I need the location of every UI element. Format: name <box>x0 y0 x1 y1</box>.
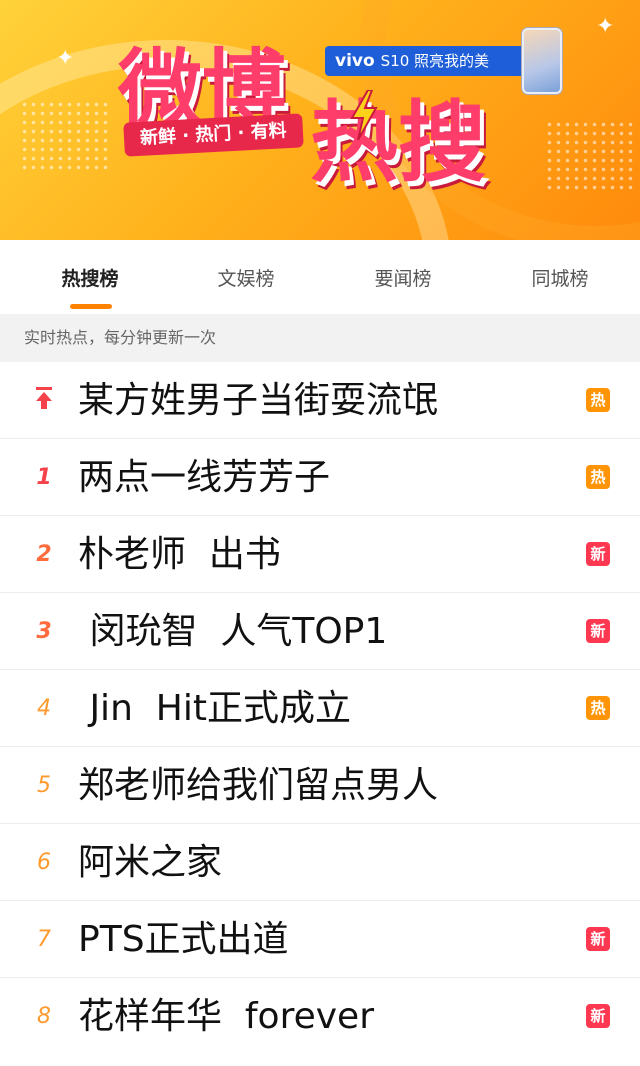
new-badge: 新 <box>586 1004 610 1028</box>
new-badge: 新 <box>586 542 610 566</box>
update-notice: 实时热点，每分钟更新一次 <box>0 314 640 362</box>
ad-text: S10 照亮我的美 <box>380 52 490 70</box>
ad-brand: vivo <box>335 51 375 71</box>
item-title: 朴老师 出书 <box>78 534 281 575</box>
ad-strip[interactable]: vivo S10 照亮我的美 <box>325 46 536 76</box>
item-rank: 3 <box>36 619 52 644</box>
item-title: PTS正式出道 <box>78 919 289 960</box>
hot-search-banner: ✦ ✦ 微博 热搜 新鲜 · 热门 · 有料 vivo S10 照亮我的美 <box>0 0 640 240</box>
list-item[interactable]: 8 花样年华 forever 新 <box>0 978 640 1055</box>
logo-hot-search: 热搜 <box>310 91 487 194</box>
list-item[interactable]: 1 两点一线芳芳子 热 <box>0 439 640 516</box>
sparkle-icon: ✦ <box>56 46 75 71</box>
hot-badge: 热 <box>586 465 610 489</box>
list-item[interactable]: 2 朴老师 出书 新 <box>0 516 640 593</box>
item-title: 郑老师给我们留点男人 <box>78 765 439 806</box>
new-badge: 新 <box>586 619 610 643</box>
item-title: 花样年华 forever <box>78 996 374 1037</box>
item-rank: 2 <box>36 542 52 567</box>
item-title: 闵玧智 人气TOP1 <box>78 611 388 652</box>
item-rank: 8 <box>37 1004 51 1029</box>
list-item[interactable]: 3 闵玧智 人气TOP1 新 <box>0 593 640 670</box>
list-item[interactable]: 6 阿米之家 <box>0 824 640 901</box>
item-rank: 6 <box>37 850 51 875</box>
sparkle-icon: ✦ <box>596 14 615 39</box>
hot-badge: 热 <box>586 696 610 720</box>
item-title: 两点一线芳芳子 <box>78 457 331 498</box>
pin-top-icon <box>36 387 52 409</box>
item-rank: 4 <box>37 696 51 721</box>
list-item[interactable]: 某方姓男子当街耍流氓 热 <box>0 362 640 439</box>
banner-dots <box>545 120 635 190</box>
tab-local[interactable]: 同城榜 <box>510 264 610 291</box>
list-item[interactable]: 5 郑老师给我们留点男人 <box>0 747 640 824</box>
ranking-tabs: 热搜榜 文娱榜 要闻榜 同城榜 <box>0 240 640 314</box>
item-rank: 5 <box>37 773 51 798</box>
hot-badge: 热 <box>586 388 610 412</box>
item-title: 阿米之家 <box>78 842 223 883</box>
hot-search-list: 某方姓男子当街耍流氓 热 1 两点一线芳芳子 热 2 朴老师 出书 新 3 闵玧… <box>0 362 640 1055</box>
tab-entertainment[interactable]: 文娱榜 <box>196 264 296 291</box>
item-title: Jin Hit正式成立 <box>78 688 351 729</box>
new-badge: 新 <box>586 927 610 951</box>
list-item[interactable]: 7 PTS正式出道 新 <box>0 901 640 978</box>
banner-dots <box>20 100 110 170</box>
item-rank: 1 <box>36 465 52 490</box>
lightning-icon <box>350 90 378 140</box>
tab-hot-search[interactable]: 热搜榜 <box>40 264 140 291</box>
phone-image <box>522 28 562 94</box>
tab-news[interactable]: 要闻榜 <box>353 264 453 291</box>
item-title: 某方姓男子当街耍流氓 <box>78 380 439 421</box>
active-tab-indicator <box>70 304 112 309</box>
list-item[interactable]: 4 Jin Hit正式成立 热 <box>0 670 640 747</box>
item-rank: 7 <box>37 927 51 952</box>
